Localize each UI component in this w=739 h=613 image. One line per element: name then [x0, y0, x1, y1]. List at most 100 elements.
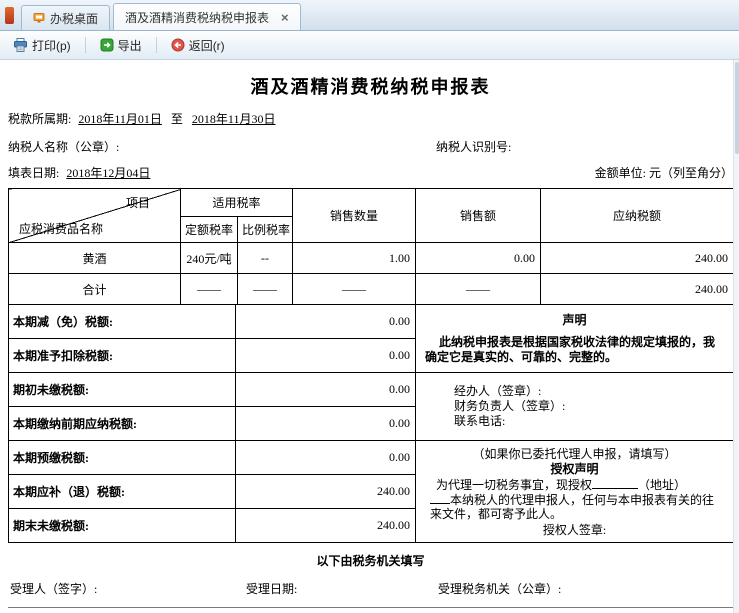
item-name: 黄酒	[8, 242, 181, 274]
export-button[interactable]: 导出	[92, 34, 150, 56]
declaration-cell: 声明 此纳税申报表是根据国家税收法律的规定填报的，我确定它是真实的、可靠的、完整…	[415, 304, 734, 373]
fill-date-value: 2018年12月04日	[66, 166, 151, 180]
toolbar-separator	[155, 37, 157, 53]
blank-underline	[430, 493, 450, 504]
header-taxable-goods-name: 应税消费品名称	[19, 222, 104, 236]
form-title: 酒及酒精消费税纳税申报表	[250, 77, 491, 97]
header-fixed-rate: 定额税率	[180, 216, 238, 243]
header-sales-amount: 销售额	[415, 188, 542, 243]
detail-value: 0.00	[235, 440, 416, 475]
period-to-label: 至	[170, 112, 183, 126]
fill-date-label: 填表日期:	[8, 166, 60, 180]
header-tax-payable: 应纳税额	[540, 188, 735, 243]
detail-label: 本期缴纳前期应纳税额:	[8, 406, 236, 441]
back-button-label: 返回(r)	[188, 38, 225, 53]
detail-label: 期末未缴税额:	[8, 508, 236, 543]
detail-label: 本期减（免）税额:	[8, 304, 236, 339]
tax-office-note: 以下由税务机关填写	[316, 554, 425, 568]
item-sales-amount: 0.00	[415, 242, 542, 274]
form-content: 酒及酒精消费税纳税申报表 税款所属期: 2018年11月01日 至 2018年1…	[0, 60, 739, 613]
tab-bar: 办税桌面 酒及酒精消费税纳税申报表 ×	[0, 0, 739, 31]
detail-value: 240.00	[235, 474, 416, 509]
accept-date-label: 受理日期:	[246, 582, 298, 596]
tab-consumption-tax-form[interactable]: 酒及酒精消费税纳税申报表 ×	[113, 3, 301, 30]
item-tax-payable: 240.00	[540, 242, 735, 274]
accept-office-label: 受理税务机关（公章）:	[438, 582, 562, 596]
summary-row: 期初未缴税额: 0.00 经办人（签章）: 财务负责人（签章）: 联系电话:	[8, 372, 734, 441]
tab-desktop-label: 办税桌面	[50, 11, 99, 26]
declaration-body: 此纳税申报表是根据国家税收法律的规定填报的，我确定它是真实的、可靠的、完整的。	[425, 335, 716, 364]
total-ratio-rate: ——	[236, 273, 294, 305]
detail-value: 0.00	[235, 372, 416, 407]
period-start-date: 2018年11月01日	[78, 112, 162, 126]
total-sales-amount: ——	[415, 273, 542, 305]
detail-label: 本期准予扣除税额:	[8, 338, 236, 373]
auth-address-label: （地址）	[638, 477, 687, 492]
authorization-line1: 为代理一切税务事宜，现授权 （地址）	[426, 478, 723, 492]
tab-tax-desktop[interactable]: 办税桌面	[21, 5, 111, 30]
detail-value: 0.00	[235, 338, 416, 373]
print-button-label: 打印(p)	[32, 38, 71, 53]
app-window: 办税桌面 酒及酒精消费税纳税申报表 × 打印(p) 导出 返回(r) 酒及酒精消…	[0, 0, 739, 613]
item-fixed-rate: 240元/吨	[180, 242, 238, 274]
authorizer-sign-label: 授权人签章:	[542, 522, 607, 537]
header-item: 项目	[125, 196, 150, 210]
total-tax-payable: 240.00	[540, 273, 735, 305]
acceptor-label: 受理人（签字）:	[10, 582, 98, 596]
contact-phone-label: 联系电话:	[454, 414, 506, 428]
total-fixed-rate: ——	[180, 273, 238, 305]
table-row-total: 合计 —— —— —— —— 240.00	[8, 273, 735, 305]
vertical-scrollbar[interactable]	[733, 60, 739, 613]
blank-underline	[592, 478, 639, 489]
back-button[interactable]: 返回(r)	[163, 34, 233, 56]
detail-label: 本期应补（退）税额:	[8, 474, 236, 509]
tax-summary-table: 本期减（免）税额: 0.00 声明 此纳税申报表是根据国家税收法律的规定填报的，…	[8, 304, 734, 543]
summary-row: 本期预缴税额: 0.00 （如果你已委托代理人申报，请填写） 授权声明 为代理一…	[8, 440, 734, 543]
detail-label: 期初未缴税额:	[8, 372, 236, 407]
detail-value: 0.00	[235, 406, 416, 441]
tax-items-table: 项目 应税消费品名称 适用税率 销售数量 销售额 应纳税额 定额税率 比例税率 …	[8, 188, 735, 305]
summary-row: 本期减（免）税额: 0.00 声明 此纳税申报表是根据国家税收法律的规定填报的，…	[8, 304, 734, 373]
toolbar: 打印(p) 导出 返回(r)	[0, 31, 739, 60]
header-applicable-rate: 适用税率	[179, 188, 294, 217]
tab-form-label: 酒及酒精消费税纳税申报表	[125, 10, 270, 25]
tax-period-row: 税款所属期: 2018年11月01日 至 2018年11月30日	[8, 110, 733, 127]
diagonal-header-cell: 项目 应税消费品名称	[8, 188, 181, 243]
total-name: 合计	[8, 273, 181, 305]
taxpayer-row: 纳税人名称（公章）: 纳税人识别号:	[8, 138, 733, 154]
agent-note: （如果你已委托代理人申报，请填写）	[472, 446, 677, 461]
scrollbar-thumb[interactable]	[735, 62, 739, 154]
printer-icon	[14, 38, 27, 52]
footer-row: 受理人（签字）: 受理日期: 受理税务机关（公章）:	[8, 572, 733, 608]
taxpayer-name-label: 纳税人名称（公章）:	[8, 140, 120, 154]
agent-authorization-cell: （如果你已委托代理人申报，请填写） 授权声明 为代理一切税务事宜，现授权 （地址）…	[415, 440, 734, 543]
detail-value: 0.00	[235, 304, 416, 339]
header-sales-quantity: 销售数量	[292, 188, 417, 243]
period-end-date: 2018年11月30日	[191, 112, 276, 126]
total-sales-qty: ——	[292, 273, 417, 305]
detail-value: 240.00	[235, 508, 416, 543]
export-icon	[100, 38, 114, 52]
handler-sign-label: 经办人（签章）:	[454, 384, 542, 398]
authorization-title: 授权声明	[550, 461, 599, 476]
back-icon	[171, 38, 185, 52]
toolbar-separator	[84, 37, 86, 53]
fill-date-row: 填表日期: 2018年12月04日 金额单位: 元（列至角分）	[8, 164, 733, 181]
auth-line1-text: 为代理一切税务事宜，现授权	[436, 477, 593, 492]
finance-officer-sign-label: 财务负责人（签章）:	[454, 399, 566, 413]
signature-cell: 经办人（签章）: 财务负责人（签章）: 联系电话:	[415, 372, 734, 441]
print-button[interactable]: 打印(p)	[5, 34, 79, 56]
export-button-label: 导出	[117, 38, 142, 53]
taxpayer-id-label: 纳税人识别号:	[436, 140, 512, 154]
tab-strip-icon	[5, 6, 14, 24]
header-ratio-rate: 比例税率	[236, 216, 294, 243]
item-ratio-rate: --	[236, 242, 294, 274]
detail-label: 本期预缴税额:	[8, 440, 236, 475]
table-row-huangjiu: 黄酒 240元/吨 -- 1.00 0.00 240.00	[8, 242, 735, 274]
desktop-tab-icon	[33, 13, 45, 23]
declaration-title: 声明	[562, 313, 587, 327]
authorization-line2: 本纳税人的代理申报人，任何与本申报表有关的往来文件，都可寄予此人。	[426, 493, 723, 521]
item-sales-qty: 1.00	[292, 242, 417, 274]
auth-line2-text: 本纳税人的代理申报人，任何与本申报表有关的往来文件，都可寄予此人。	[430, 492, 715, 521]
close-tab-icon[interactable]: ×	[281, 11, 289, 24]
